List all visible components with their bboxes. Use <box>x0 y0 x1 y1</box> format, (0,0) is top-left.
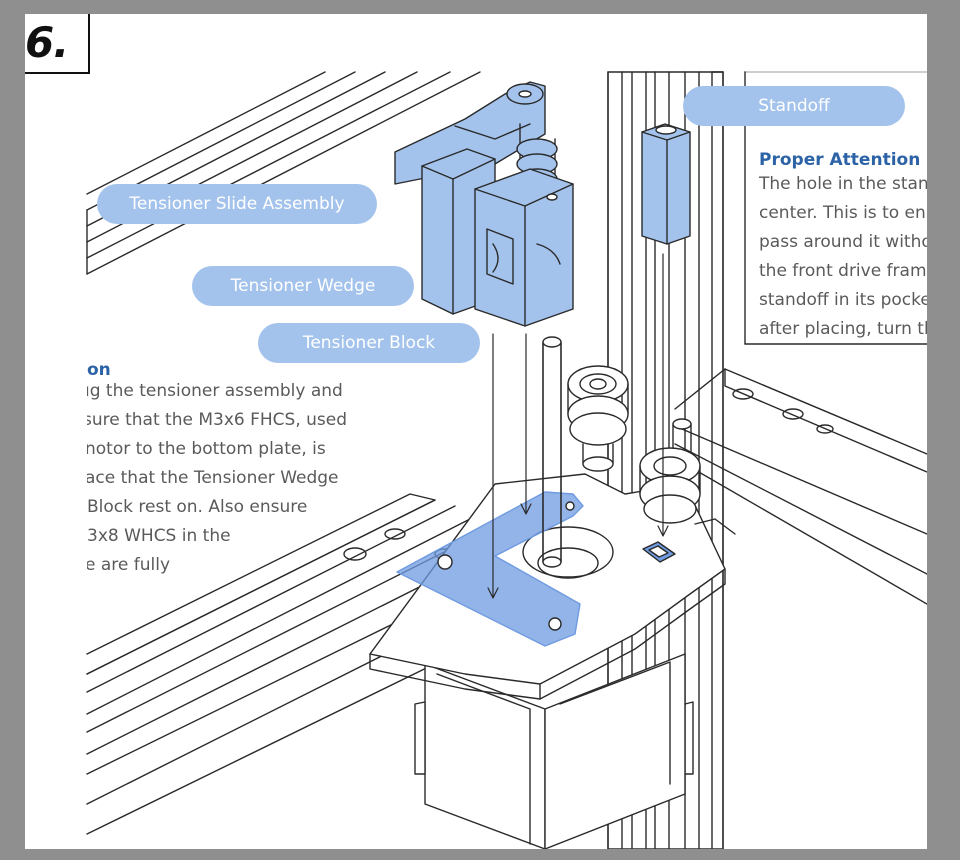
instruction-sheet: 6. Tensioner Slide Assembly Tensioner We… <box>25 14 927 849</box>
step-number-box: 6. <box>25 14 90 74</box>
assembly-diagram <box>86 71 927 849</box>
callout-tensioner-block: Tensioner Block <box>258 323 480 363</box>
standoff-part <box>641 123 691 245</box>
callout-tensioner-slide-assembly: Tensioner Slide Assembly <box>97 184 377 224</box>
step-number: 6. <box>25 18 69 67</box>
callout-standoff: Standoff <box>683 86 905 126</box>
tensioner-slide-assembly-part <box>394 81 574 327</box>
callout-tensioner-wedge: Tensioner Wedge <box>192 266 414 306</box>
